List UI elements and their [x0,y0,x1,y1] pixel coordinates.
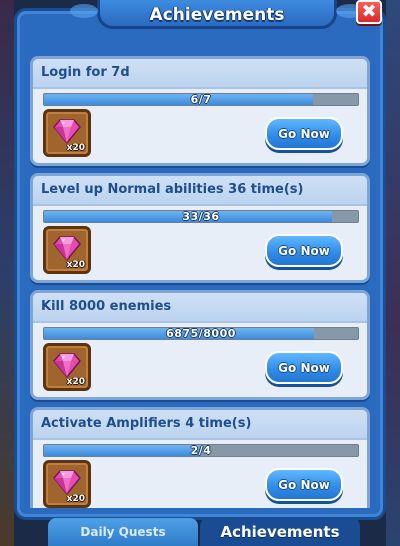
go-now-button[interactable]: Go Now [265,117,343,150]
progress-bar: 2/4 [43,444,359,457]
tab-daily-quests[interactable]: Daily Quests [48,518,198,546]
reward-count: x20 [66,377,85,387]
tab-bar: Daily Quests Achievements [0,518,400,546]
go-now-label: Go Now [278,477,330,492]
progress-bar: 6875/8000 [43,327,359,340]
achievement-title: Level up Normal abilities 36 time(s) [41,182,304,197]
reward-slot: x20 [43,109,91,157]
go-now-label: Go Now [278,243,330,258]
reward-count: x20 [66,260,85,270]
achievement-title: Activate Amplifiers 4 time(s) [41,416,252,431]
reward-slot: x20 [43,343,91,391]
progress-bar: 33/36 [43,210,359,223]
progress-text: 6875/8000 [166,327,236,340]
reward-slot: x20 [43,460,91,508]
achievement-card: Level up Normal abilities 36 time(s) 33/… [30,173,370,283]
achievement-list[interactable]: Login for 7d 6/7 x20 Go Now Level up Nor… [30,56,370,508]
go-now-button[interactable]: Go Now [265,234,343,267]
reward-count: x20 [66,494,85,504]
close-button[interactable]: ✖ [356,0,382,24]
reward-slot: x20 [43,226,91,274]
title-banner: Achievements [70,0,364,29]
go-now-label: Go Now [278,126,330,141]
tab-achievements-label: Achievements [220,523,340,541]
panel-title: Achievements [149,5,285,25]
pink-gem-icon [53,236,81,261]
achievement-card: Activate Amplifiers 4 time(s) 2/4 x20 Go… [30,407,370,508]
pink-gem-icon [53,353,81,378]
progress-text: 33/36 [182,210,220,223]
background-right-edge [386,0,400,546]
achievement-title: Login for 7d [41,65,130,80]
tab-achievements[interactable]: Achievements [200,518,360,546]
pink-gem-icon [53,470,81,495]
go-now-button[interactable]: Go Now [265,351,343,384]
pink-gem-icon [53,119,81,144]
achievement-title: Kill 8000 enemies [41,299,172,314]
go-now-button[interactable]: Go Now [265,468,343,501]
achievement-card: Login for 7d 6/7 x20 Go Now [30,56,370,166]
progress-text: 6/7 [190,93,212,106]
tab-daily-quests-label: Daily Quests [80,525,166,539]
progress-text: 2/4 [190,444,212,457]
progress-bar: 6/7 [43,93,359,106]
achievement-card: Kill 8000 enemies 6875/8000 x20 Go Now [30,290,370,400]
reward-count: x20 [66,143,85,153]
close-x-icon: ✖ [361,1,377,22]
go-now-label: Go Now [278,360,330,375]
background-left-edge [0,0,14,546]
